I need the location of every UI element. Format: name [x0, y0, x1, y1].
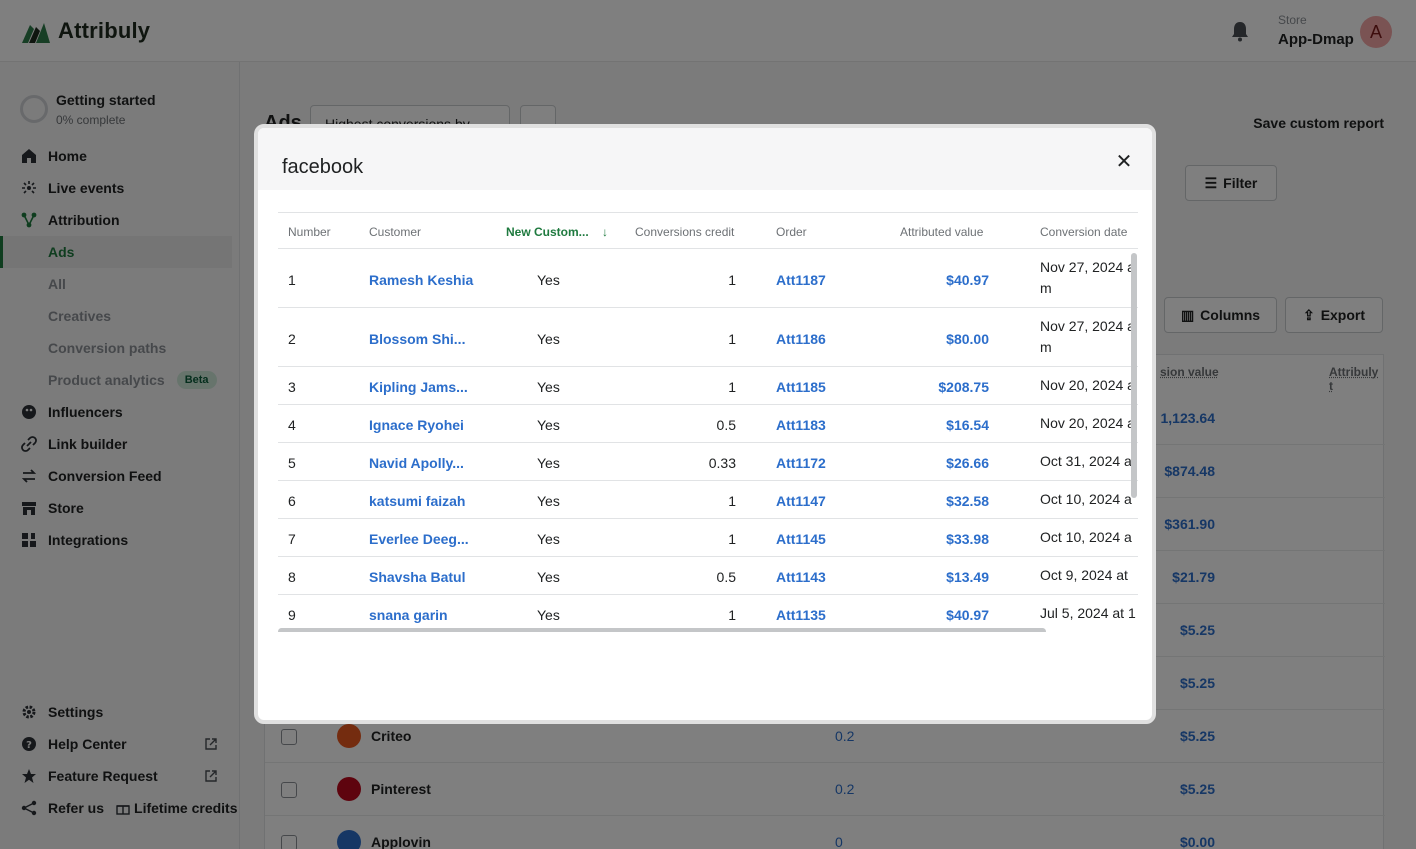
table-row: 1 Ramesh Keshia Yes 1 Att1187 $40.97 Nov… [278, 249, 1138, 308]
order-link[interactable]: Att1172 [776, 455, 826, 471]
new-customer-value: Yes [537, 531, 560, 547]
column-header-new-customer[interactable]: New Custom... ↓ [506, 225, 608, 239]
conversion-date: Jul 5, 2024 at 1 [1040, 605, 1136, 621]
row-number: 7 [288, 531, 296, 547]
order-link[interactable]: Att1143 [776, 569, 826, 585]
attributed-value[interactable]: $33.98 [878, 531, 989, 547]
vertical-scrollbar[interactable] [1131, 253, 1137, 498]
customer-link[interactable]: snana garin [369, 607, 448, 623]
attributed-value[interactable]: $208.75 [878, 379, 989, 395]
table-header: Number Customer New Custom... ↓ Conversi… [278, 213, 1138, 249]
customer-link[interactable]: katsumi faizah [369, 493, 465, 509]
order-link[interactable]: Att1147 [776, 493, 826, 509]
new-customer-value: Yes [537, 569, 560, 585]
conversions-credit-value: 1 [728, 331, 736, 347]
modal-title: facebook [282, 156, 364, 178]
attributed-value[interactable]: $32.58 [878, 493, 989, 509]
new-customer-value: Yes [537, 379, 560, 395]
conversion-date: Nov 20, 2024 a [1040, 415, 1135, 431]
table-row: 9 snana garin Yes 1 Att1135 $40.97 Jul 5… [278, 595, 1138, 632]
new-customer-value: Yes [537, 417, 560, 433]
orders-modal: facebook ✕ Number Customer New Custom...… [254, 124, 1156, 724]
new-customer-value: Yes [537, 331, 560, 347]
conversion-date: Oct 10, 2024 a [1040, 529, 1132, 545]
order-link[interactable]: Att1185 [776, 379, 826, 395]
conversions-credit-value: 1 [728, 272, 736, 288]
customer-link[interactable]: Kipling Jams... [369, 379, 468, 395]
conversion-date: Nov 27, 2024 a m [1040, 318, 1135, 355]
customer-link[interactable]: Ramesh Keshia [369, 272, 473, 288]
row-number: 9 [288, 607, 296, 623]
conversion-date: Nov 20, 2024 a [1040, 377, 1135, 393]
order-link[interactable]: Att1145 [776, 531, 826, 547]
new-customer-value: Yes [537, 272, 560, 288]
new-customer-value: Yes [537, 607, 560, 623]
row-number: 3 [288, 379, 296, 395]
table-row: 2 Blossom Shi... Yes 1 Att1186 $80.00 No… [278, 308, 1138, 367]
row-number: 1 [288, 272, 296, 288]
conversion-date: Nov 27, 2024 a m [1040, 259, 1135, 296]
column-header-number[interactable]: Number [288, 225, 331, 239]
order-link[interactable]: Att1186 [776, 331, 826, 347]
column-header-order[interactable]: Order [776, 225, 807, 239]
conversion-date: Oct 9, 2024 at [1040, 567, 1128, 583]
horizontal-scrollbar[interactable] [278, 628, 1046, 632]
orders-table: Number Customer New Custom... ↓ Conversi… [278, 212, 1138, 632]
order-link[interactable]: Att1187 [776, 272, 826, 288]
row-number: 5 [288, 455, 296, 471]
column-header-label: New Custom... [506, 225, 589, 239]
modal-header: facebook ✕ [258, 128, 1152, 190]
order-link[interactable]: Att1183 [776, 417, 826, 433]
conversions-credit-value: 0.5 [716, 569, 736, 585]
conversions-credit-value: 1 [728, 531, 736, 547]
conversions-credit-value: 1 [728, 607, 736, 623]
column-header-customer[interactable]: Customer [369, 225, 421, 239]
conversion-date: Oct 31, 2024 a [1040, 453, 1132, 469]
table-row: 4 Ignace Ryohei Yes 0.5 Att1183 $16.54 N… [278, 405, 1138, 443]
customer-link[interactable]: Blossom Shi... [369, 331, 465, 347]
row-number: 6 [288, 493, 296, 509]
attributed-value[interactable]: $40.97 [878, 272, 989, 288]
attributed-value[interactable]: $16.54 [878, 417, 989, 433]
attributed-value[interactable]: $13.49 [878, 569, 989, 585]
conversions-credit-value: 0.5 [716, 417, 736, 433]
arrow-down-icon: ↓ [602, 225, 609, 239]
new-customer-value: Yes [537, 455, 560, 471]
attributed-value[interactable]: $40.97 [878, 607, 989, 623]
table-row: 3 Kipling Jams... Yes 1 Att1185 $208.75 … [278, 367, 1138, 405]
table-row: 7 Everlee Deeg... Yes 1 Att1145 $33.98 O… [278, 519, 1138, 557]
column-header-conversion-date[interactable]: Conversion date [1040, 225, 1127, 239]
conversions-credit-value: 1 [728, 493, 736, 509]
order-link[interactable]: Att1135 [776, 607, 826, 623]
row-number: 4 [288, 417, 296, 433]
column-header-conversions-credit[interactable]: Conversions credit [635, 225, 734, 239]
table-row: 6 katsumi faizah Yes 1 Att1147 $32.58 Oc… [278, 481, 1138, 519]
table-row: 5 Navid Apolly... Yes 0.33 Att1172 $26.6… [278, 443, 1138, 481]
row-number: 2 [288, 331, 296, 347]
attributed-value[interactable]: $80.00 [878, 331, 989, 347]
conversions-credit-value: 1 [728, 379, 736, 395]
column-header-attributed-value[interactable]: Attributed value [900, 225, 983, 239]
conversion-date: Oct 10, 2024 a [1040, 491, 1132, 507]
attributed-value[interactable]: $26.66 [878, 455, 989, 471]
customer-link[interactable]: Everlee Deeg... [369, 531, 469, 547]
table-row: 8 Shavsha Batul Yes 0.5 Att1143 $13.49 O… [278, 557, 1138, 595]
close-icon[interactable]: ✕ [1114, 152, 1134, 172]
new-customer-value: Yes [537, 493, 560, 509]
customer-link[interactable]: Navid Apolly... [369, 455, 464, 471]
customer-link[interactable]: Ignace Ryohei [369, 417, 464, 433]
conversions-credit-value: 0.33 [708, 455, 736, 471]
row-number: 8 [288, 569, 296, 585]
customer-link[interactable]: Shavsha Batul [369, 569, 465, 585]
